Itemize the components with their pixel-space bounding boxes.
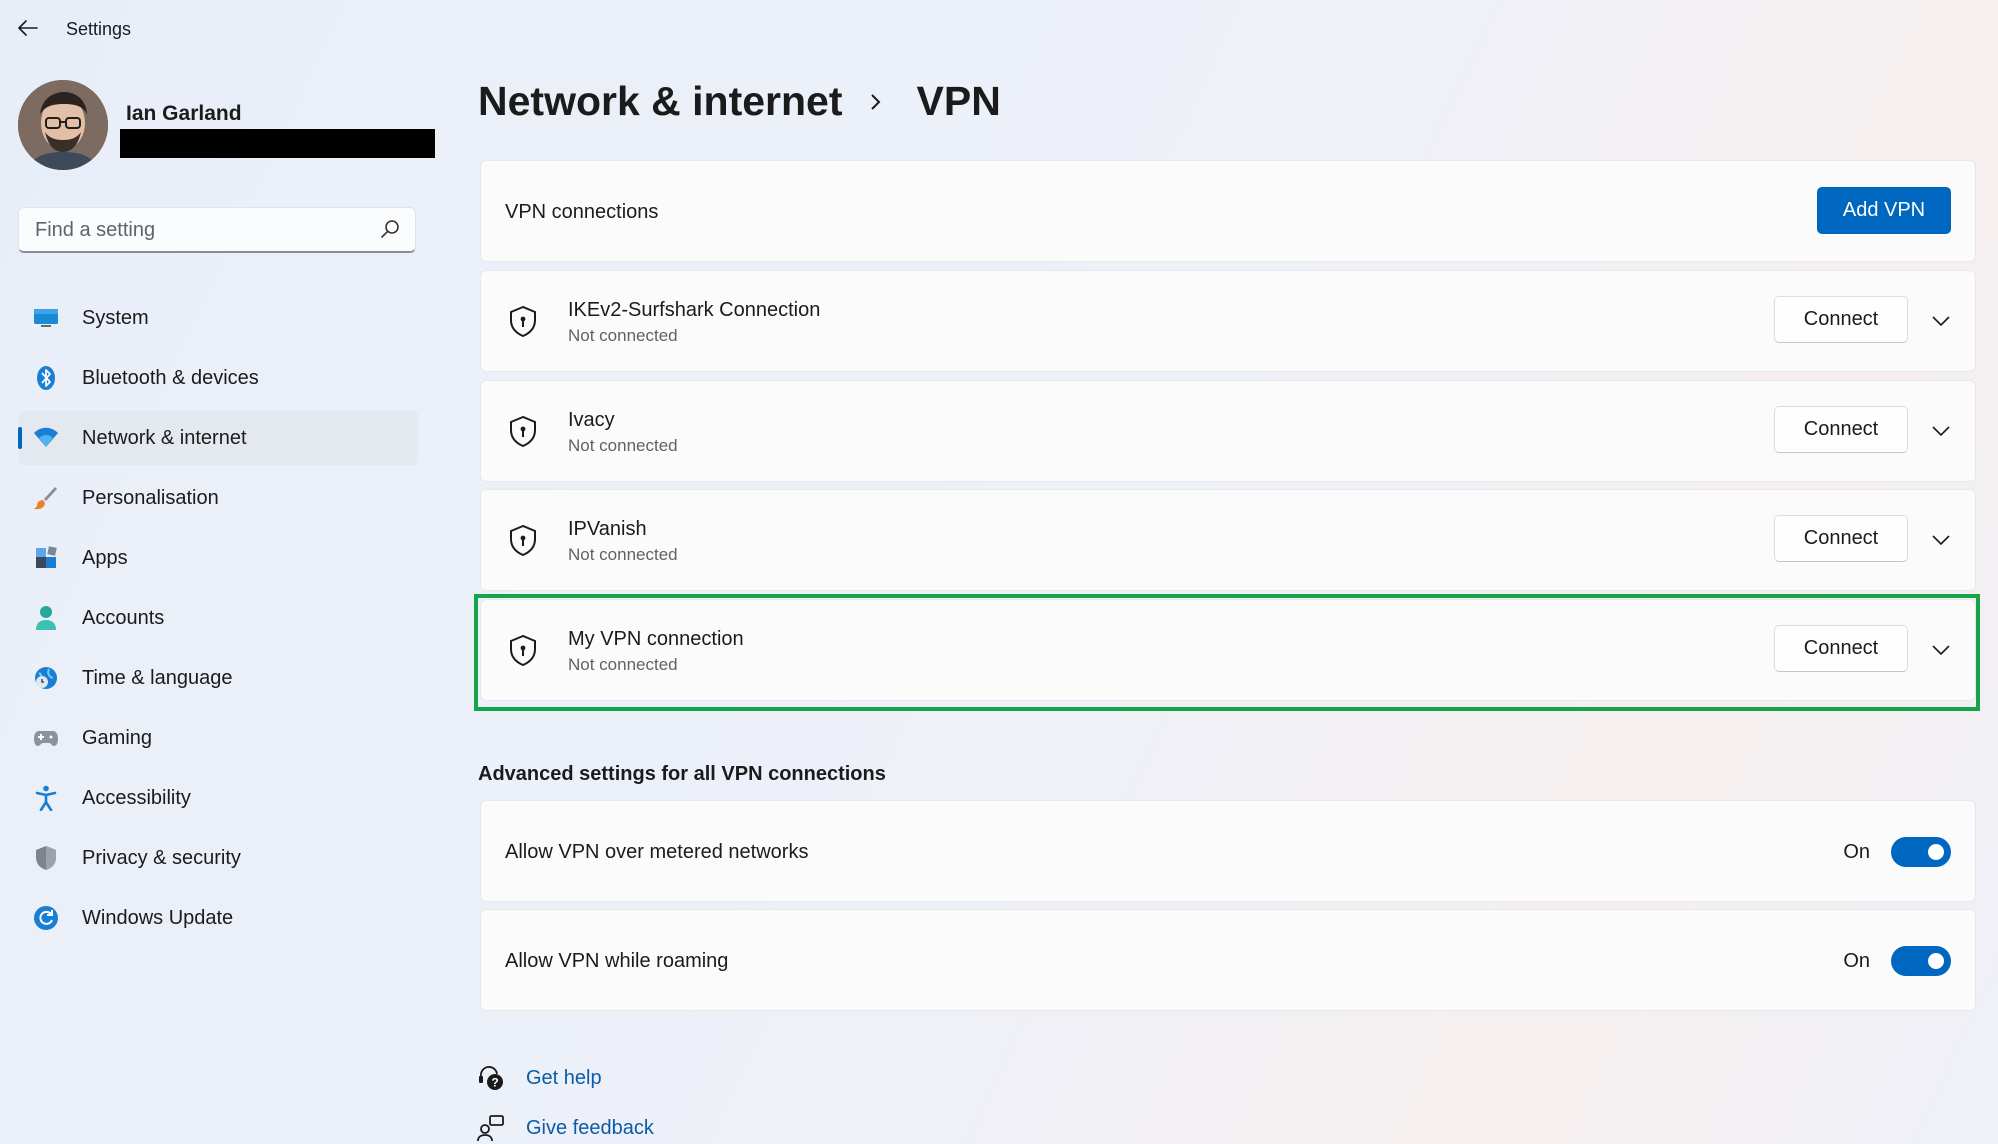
apps-icon [32,544,60,572]
globe-clock-icon [32,664,60,692]
sidebar-item-label: Bluetooth & devices [82,366,259,389]
chevron-down-icon[interactable] [1927,307,1955,335]
vpn-shield-icon [510,305,536,338]
bluetooth-icon [32,364,60,392]
feedback-icon [476,1113,506,1143]
vpn-name: My VPN connection [568,628,744,650]
advanced-settings-heading: Advanced settings for all VPN connection… [478,763,886,785]
vpn-status: Not connected [568,436,678,455]
vpn-connection-row[interactable]: Ivacy Not connected Connect [480,380,1976,482]
user-name: Ian Garland [126,102,242,125]
monitor-icon [32,304,60,332]
chevron-down-icon[interactable] [1927,417,1955,445]
sidebar-item-label: Accounts [82,606,165,629]
vpn-connection-row[interactable]: IKEv2-Surfshark Connection Not connected… [480,270,1976,372]
add-vpn-button[interactable]: Add VPN [1817,187,1951,234]
vpn-shield-icon [510,634,536,667]
sidebar-item-personalisation[interactable]: Personalisation [18,471,418,525]
update-icon [32,904,60,932]
setting-row-roaming: Allow VPN while roaming On [480,909,1976,1011]
sidebar-item-time-language[interactable]: Time & language [18,651,418,705]
back-arrow-icon [18,20,38,36]
vpn-connection-row[interactable]: My VPN connection Not connected Connect [480,599,1976,701]
vpn-connections-card: VPN connections Add VPN [480,160,1976,262]
vpn-status: Not connected [568,655,678,674]
vpn-status: Not connected [568,326,678,345]
avatar[interactable] [18,80,108,170]
search-input[interactable] [33,208,367,252]
redacted-email [120,129,435,158]
wifi-icon [32,424,60,452]
sidebar-item-label: Gaming [82,726,153,749]
connect-button[interactable]: Connect [1774,625,1908,672]
vpn-connections-label: VPN connections [505,201,659,223]
setting-label: Allow VPN over metered networks [505,841,809,863]
connect-button[interactable]: Connect [1774,406,1908,453]
vpn-name: IPVanish [568,518,647,540]
vpn-connection-row[interactable]: IPVanish Not connected Connect [480,489,1976,591]
back-button[interactable] [14,14,42,42]
setting-label: Allow VPN while roaming [505,950,729,972]
sidebar-item-network[interactable]: Network & internet [18,411,418,465]
sidebar-item-bluetooth[interactable]: Bluetooth & devices [18,351,418,405]
sidebar-item-privacy-security[interactable]: Privacy & security [18,831,418,885]
sidebar-item-label: Apps [82,546,128,569]
toggle-state-label: On [1843,841,1870,863]
sidebar-item-windows-update[interactable]: Windows Update [18,891,418,945]
sidebar-item-label: Time & language [82,666,233,689]
brush-icon [32,484,60,512]
vpn-name: Ivacy [568,409,615,431]
svg-text:?: ? [491,1076,498,1090]
sidebar-item-apps[interactable]: Apps [18,531,418,585]
sidebar-item-label: Accessibility [82,786,191,809]
vpn-name: IKEv2-Surfshark Connection [568,299,821,321]
person-icon [32,604,60,632]
sidebar-item-system[interactable]: System [18,291,418,345]
toggle-state-label: On [1843,950,1870,972]
get-help-link[interactable]: ? Get help [476,1063,602,1093]
sidebar-item-accessibility[interactable]: Accessibility [18,771,418,825]
vpn-shield-icon [510,415,536,448]
sidebar-item-label: Network & internet [82,426,247,449]
metered-networks-toggle[interactable] [1891,837,1951,867]
sidebar-item-gaming[interactable]: Gaming [18,711,418,765]
breadcrumb: Network & internet VPN [478,78,1001,125]
sidebar-nav: System Bluetooth & devices Network & int… [18,291,418,951]
connect-button[interactable]: Connect [1774,296,1908,343]
accessibility-icon [32,784,60,812]
search-box[interactable] [18,207,416,253]
page-title: VPN [916,78,1001,124]
chevron-right-icon [869,91,883,113]
setting-row-metered: Allow VPN over metered networks On [480,800,1976,902]
gamepad-icon [32,724,60,752]
chevron-down-icon[interactable] [1927,526,1955,554]
connect-button[interactable]: Connect [1774,515,1908,562]
give-feedback-link[interactable]: Give feedback [476,1113,654,1143]
sidebar-item-accounts[interactable]: Accounts [18,591,418,645]
sidebar-item-label: Privacy & security [82,846,241,869]
sidebar-item-label: Windows Update [82,906,234,929]
vpn-status: Not connected [568,545,678,564]
roaming-toggle[interactable] [1891,946,1951,976]
app-title: Settings [66,19,132,39]
get-help-label: Get help [526,1066,602,1089]
search-icon[interactable] [379,218,401,240]
vpn-shield-icon [510,524,536,557]
give-feedback-label: Give feedback [526,1116,654,1139]
breadcrumb-parent[interactable]: Network & internet [478,78,843,125]
chevron-down-icon[interactable] [1927,636,1955,664]
sidebar-item-label: System [82,306,149,329]
help-icon: ? [476,1063,506,1093]
shield-icon [32,844,60,872]
sidebar-item-label: Personalisation [82,486,219,509]
